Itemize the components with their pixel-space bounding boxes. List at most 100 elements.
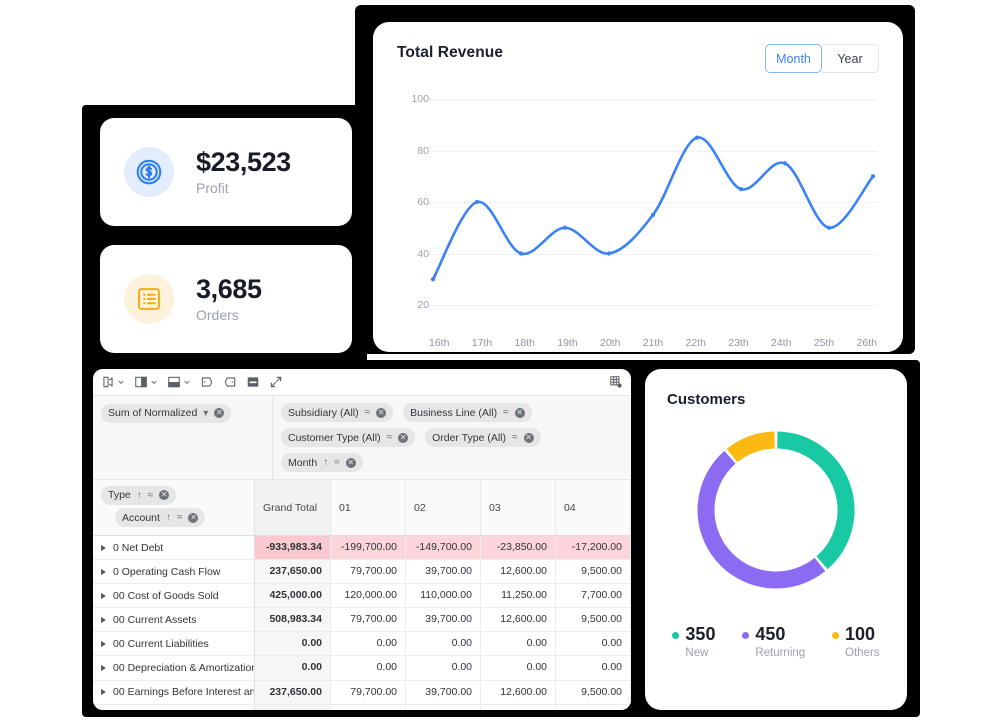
- field-chip-business-line[interactable]: Business Line (All) ≈ ✕: [403, 403, 531, 422]
- expand-triangle-icon[interactable]: [101, 617, 106, 623]
- row-label-cell[interactable]: 0 Net Debt: [93, 536, 255, 559]
- table-row[interactable]: 00 Cost of Goods Sold425,000.00120,000.0…: [93, 584, 631, 608]
- table-cell[interactable]: 7,700.00: [556, 584, 631, 607]
- table-cell[interactable]: -23,850.00: [481, 536, 556, 559]
- table-row[interactable]: 0 Net Debt-933,983.34-199,700.00-149,700…: [93, 536, 631, 560]
- row-format-icon[interactable]: [167, 375, 191, 389]
- column-header[interactable]: 02: [406, 480, 481, 535]
- table-row[interactable]: 0 Operating Cash Flow237,650.0079,700.00…: [93, 560, 631, 584]
- table-cell[interactable]: 39,700.00: [406, 705, 481, 710]
- remove-icon[interactable]: ✕: [214, 408, 224, 418]
- table-cell[interactable]: 11,250.00: [481, 584, 556, 607]
- table-cell[interactable]: 237,650.00: [255, 681, 331, 704]
- table-cell[interactable]: 39,700.00: [406, 608, 481, 631]
- field-chip-sum-of-normalized[interactable]: Sum of Normalized ▾ ✕: [101, 404, 231, 423]
- table-cell[interactable]: 79,700.00: [331, 560, 406, 583]
- row-label-cell[interactable]: 00 Earnings Before Interest, Taxe…: [93, 705, 255, 710]
- export-icon[interactable]: [101, 375, 125, 389]
- sort-asc-icon[interactable]: ↑: [137, 490, 142, 501]
- save-icon[interactable]: [246, 375, 260, 389]
- table-cell[interactable]: 9,500.00: [556, 705, 631, 710]
- donut-segment-returning[interactable]: [706, 457, 820, 580]
- table-cell[interactable]: 110,000.00: [406, 584, 481, 607]
- donut-segment-new[interactable]: [777, 440, 846, 563]
- remove-icon[interactable]: ✕: [376, 408, 386, 418]
- table-cell[interactable]: 79,700.00: [331, 705, 406, 710]
- row-label-cell[interactable]: 00 Current Assets: [93, 608, 255, 631]
- table-cell[interactable]: 12,600.00: [481, 705, 556, 710]
- tag-right-icon[interactable]: [223, 375, 237, 389]
- table-cell[interactable]: 0.00: [255, 632, 331, 655]
- table-cell[interactable]: 9,500.00: [556, 560, 631, 583]
- table-cell[interactable]: 0.00: [331, 632, 406, 655]
- field-chip-account[interactable]: Account ↑ ≈ ✕: [115, 508, 205, 527]
- expand-triangle-icon[interactable]: [101, 641, 106, 647]
- table-cell[interactable]: 79,700.00: [331, 608, 406, 631]
- table-cell[interactable]: 0.00: [255, 656, 331, 679]
- expand-triangle-icon[interactable]: [101, 665, 106, 671]
- table-cell[interactable]: 425,000.00: [255, 584, 331, 607]
- table-cell[interactable]: 79,700.00: [331, 681, 406, 704]
- table-cell[interactable]: 12,600.00: [481, 608, 556, 631]
- filter-icon[interactable]: ≈: [387, 432, 393, 443]
- expand-triangle-icon[interactable]: [101, 569, 106, 575]
- field-chip-type[interactable]: Type ↑ ≈ ✕: [101, 486, 176, 505]
- table-cell[interactable]: 0.00: [406, 656, 481, 679]
- remove-icon[interactable]: ✕: [346, 458, 356, 468]
- filter-icon[interactable]: ≈: [503, 407, 509, 418]
- field-chip-customer-type[interactable]: Customer Type (All) ≈ ✕: [281, 428, 415, 447]
- filter-icon[interactable]: ≈: [512, 432, 518, 443]
- tab-month[interactable]: Month: [765, 44, 822, 73]
- table-cell[interactable]: 0.00: [331, 656, 406, 679]
- row-label-cell[interactable]: 0 Operating Cash Flow: [93, 560, 255, 583]
- table-cell[interactable]: 12,600.00: [481, 560, 556, 583]
- field-chip-order-type[interactable]: Order Type (All) ≈ ✕: [425, 428, 540, 447]
- remove-icon[interactable]: ✕: [398, 433, 408, 443]
- filter-icon[interactable]: ≈: [177, 512, 183, 523]
- remove-icon[interactable]: ✕: [159, 490, 169, 500]
- table-row[interactable]: 00 Earnings Before Interest, Taxe…237,65…: [93, 705, 631, 710]
- filter-icon[interactable]: ≈: [365, 407, 371, 418]
- table-cell[interactable]: 0.00: [406, 632, 481, 655]
- table-cell[interactable]: -17,200.00: [556, 536, 631, 559]
- table-cell[interactable]: 0.00: [556, 632, 631, 655]
- table-cell[interactable]: 237,650.00: [255, 560, 331, 583]
- row-label-cell[interactable]: 00 Cost of Goods Sold: [93, 584, 255, 607]
- table-cell[interactable]: 237,650.00: [255, 705, 331, 710]
- table-cell[interactable]: -933,983.34: [255, 536, 331, 559]
- column-header[interactable]: 04: [556, 480, 631, 535]
- table-row[interactable]: 00 Depreciation & Amortization0.000.000.…: [93, 656, 631, 680]
- expand-triangle-icon[interactable]: [101, 689, 106, 695]
- expand-triangle-icon[interactable]: [101, 593, 106, 599]
- row-label-cell[interactable]: 00 Earnings Before Interest and T…: [93, 681, 255, 704]
- row-label-cell[interactable]: 00 Depreciation & Amortization: [93, 656, 255, 679]
- grid-settings-icon[interactable]: [609, 375, 623, 389]
- table-cell[interactable]: 39,700.00: [406, 560, 481, 583]
- column-header[interactable]: 01: [331, 480, 406, 535]
- table-cell[interactable]: 0.00: [481, 656, 556, 679]
- remove-icon[interactable]: ✕: [188, 513, 198, 523]
- table-cell[interactable]: -149,700.00: [406, 536, 481, 559]
- field-chip-month[interactable]: Month ↑ ≈ ✕: [281, 453, 363, 472]
- table-cell[interactable]: 39,700.00: [406, 681, 481, 704]
- tab-year[interactable]: Year: [822, 44, 879, 73]
- table-cell[interactable]: 9,500.00: [556, 608, 631, 631]
- table-cell[interactable]: 508,983.34: [255, 608, 331, 631]
- table-cell[interactable]: -199,700.00: [331, 536, 406, 559]
- sort-asc-icon[interactable]: ↑: [323, 457, 328, 468]
- table-cell[interactable]: 12,600.00: [481, 681, 556, 704]
- filter-icon[interactable]: ≈: [148, 490, 154, 501]
- tag-left-icon[interactable]: [200, 375, 214, 389]
- column-header[interactable]: Grand Total: [255, 480, 331, 535]
- column-header[interactable]: 03: [481, 480, 556, 535]
- table-cell[interactable]: 0.00: [556, 656, 631, 679]
- donut-segment-others[interactable]: [732, 440, 775, 456]
- remove-icon[interactable]: ✕: [524, 433, 534, 443]
- table-cell[interactable]: 9,500.00: [556, 681, 631, 704]
- table-row[interactable]: 00 Current Assets508,983.3479,700.0039,7…: [93, 608, 631, 632]
- remove-icon[interactable]: ✕: [515, 408, 525, 418]
- expand-icon[interactable]: [269, 375, 283, 389]
- expand-triangle-icon[interactable]: [101, 545, 106, 551]
- sort-asc-icon[interactable]: ↑: [166, 512, 171, 523]
- period-toggle[interactable]: Month Year: [765, 44, 879, 73]
